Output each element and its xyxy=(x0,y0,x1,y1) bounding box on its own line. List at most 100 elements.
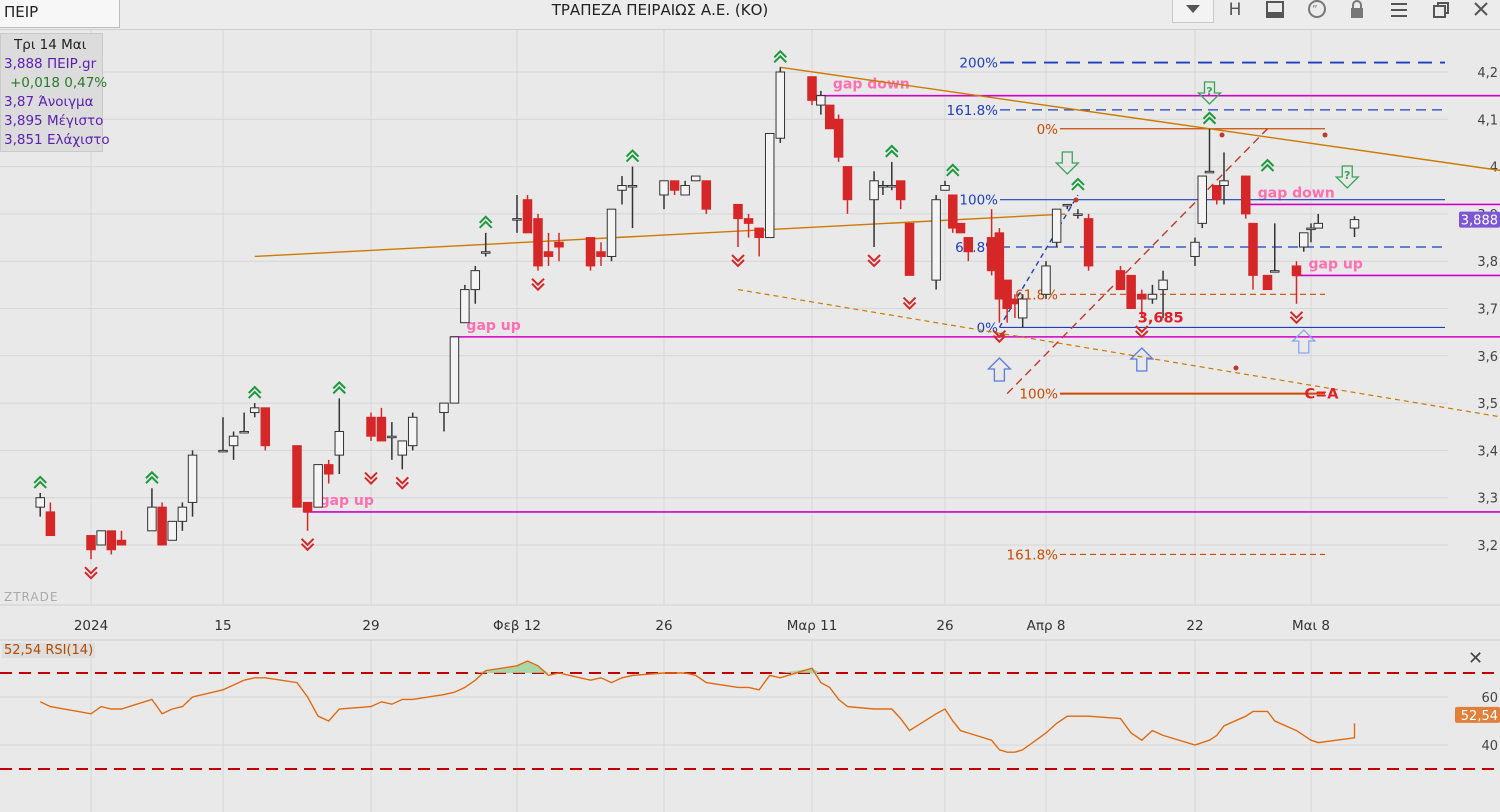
rsi-panel-background xyxy=(0,640,1500,782)
x-tick-label: 15 xyxy=(214,618,231,634)
candle-body xyxy=(470,270,481,291)
candle-body xyxy=(1002,279,1012,309)
candle-body xyxy=(816,95,826,106)
candle-body xyxy=(1010,298,1020,305)
x-tick-label: Απρ 8 xyxy=(1027,618,1066,634)
candle-body xyxy=(543,251,554,257)
annotation-label: C=A xyxy=(1305,387,1340,403)
y-tick-label: 3,2 xyxy=(1477,539,1498,554)
candle-body xyxy=(617,185,627,191)
candle-body xyxy=(887,185,897,188)
candle-body xyxy=(1158,279,1168,291)
candle-body xyxy=(994,232,1005,300)
candle-body xyxy=(407,416,418,447)
candle-body xyxy=(1062,203,1073,207)
symbol-input[interactable]: ΠΕΙΡ xyxy=(0,0,120,28)
candle-body xyxy=(931,199,941,281)
price-info-box: Τρι 14 Μαι 3,888 ΠΕΙΡ.gr +0,018 0,47% 3,… xyxy=(0,33,110,152)
candle-body xyxy=(157,506,167,546)
candle-body xyxy=(869,180,879,201)
rsi-label: 52,54 RSI(14) xyxy=(2,643,96,658)
chart-title: ΤΡΑΠΕΖΑ ΠΕΙΡΑΙΩΣ Α.Ε. (ΚΟ) xyxy=(551,1,769,19)
rsi-last-label: 52,54 xyxy=(1461,709,1498,724)
info-date: Τρι 14 Μαι xyxy=(14,37,87,53)
window-restore-icon[interactable] xyxy=(1424,0,1458,22)
candle-body xyxy=(701,180,712,210)
candle-body xyxy=(387,435,397,439)
candle-body xyxy=(807,76,817,101)
candle-body xyxy=(116,539,127,546)
h-button[interactable]: H xyxy=(1218,0,1252,22)
info-high: 3,895 Μέγιστο xyxy=(4,113,104,129)
anchor-dot xyxy=(1322,132,1328,138)
candle-body xyxy=(1299,232,1309,248)
candle-body xyxy=(680,185,690,196)
y-tick-label: 3,5 xyxy=(1477,397,1498,412)
close-icon[interactable] xyxy=(1464,0,1498,22)
candle-body xyxy=(366,416,376,437)
candle-body xyxy=(733,203,743,220)
candle-body xyxy=(218,449,228,453)
y-tick-label: 4,2 xyxy=(1477,66,1498,81)
candle-body xyxy=(292,445,302,508)
candle-body xyxy=(1241,175,1251,215)
info-change: +0,018 0,47% xyxy=(10,75,108,91)
fib-orange-label: 100% xyxy=(1019,387,1058,403)
fib-blue-label: 161.8% xyxy=(947,103,999,119)
gap-label: gap up xyxy=(320,493,374,509)
y-tick-label: 3,6 xyxy=(1477,350,1498,365)
candle-body xyxy=(1248,222,1258,276)
candle-body xyxy=(249,407,260,414)
candle-body xyxy=(1190,241,1200,257)
candle-body xyxy=(743,218,754,224)
candle-body xyxy=(86,535,96,551)
rsi-close-icon[interactable]: ✕ xyxy=(1468,648,1483,669)
candle-body xyxy=(963,237,974,253)
anchor-dot xyxy=(999,332,1005,338)
annotation-label: 3,685 xyxy=(1138,311,1184,327)
question-mark-icon: ? xyxy=(1206,85,1212,98)
candle-body xyxy=(1073,213,1083,216)
info-open: 3,87 Άνοιγμα xyxy=(4,94,94,110)
candle-body xyxy=(1291,265,1302,276)
candle-body xyxy=(986,237,997,272)
candle-body xyxy=(45,511,56,537)
menu-icon[interactable] xyxy=(1382,0,1416,22)
gap-label: gap up xyxy=(1309,256,1363,272)
candle-body xyxy=(533,218,543,267)
candle-body xyxy=(323,464,334,475)
layout-icon[interactable] xyxy=(1258,0,1292,22)
candle-body xyxy=(1051,208,1062,243)
candle-body xyxy=(1197,175,1207,224)
candle-body xyxy=(775,71,786,139)
candle-body xyxy=(147,506,157,532)
gap-label: gap up xyxy=(466,318,520,334)
candle-body xyxy=(35,497,45,508)
toolbar: ΠΕΙΡ ΤΡΑΠΕΖΑ ΠΕΙΡΑΙΩΣ Α.Ε. (ΚΟ) H ” xyxy=(0,0,1500,30)
candle-body xyxy=(1147,293,1158,300)
lock-icon[interactable] xyxy=(1340,0,1374,22)
candle-body xyxy=(904,222,915,276)
candle-body xyxy=(96,530,106,546)
candle-body xyxy=(690,175,701,182)
quote-icon[interactable]: ” xyxy=(1300,0,1334,22)
x-tick-label: Μαρ 11 xyxy=(787,618,838,634)
last-price-label: 3,888 xyxy=(1461,214,1498,229)
candle-body xyxy=(895,180,906,201)
candle-body xyxy=(1212,185,1222,201)
candlestick-chart[interactable]: 4,24,143,93,83,73,63,53,43,33,220241529Φ… xyxy=(0,30,1500,812)
candle-body xyxy=(606,208,617,257)
candle-body xyxy=(1126,274,1136,309)
question-mark-icon: ? xyxy=(1344,169,1350,182)
rsi-tick-label: 40 xyxy=(1481,739,1498,754)
candle-body xyxy=(522,199,533,234)
dropdown-button[interactable] xyxy=(1172,0,1214,23)
candle-body xyxy=(239,430,249,434)
candle-body xyxy=(1270,270,1280,273)
x-tick-label: 26 xyxy=(655,618,672,634)
y-tick-label: 4 xyxy=(1490,161,1498,176)
candle-body xyxy=(842,166,853,201)
anchor-dot xyxy=(1233,365,1239,371)
candle-body xyxy=(940,185,950,191)
candle-body xyxy=(177,506,188,522)
